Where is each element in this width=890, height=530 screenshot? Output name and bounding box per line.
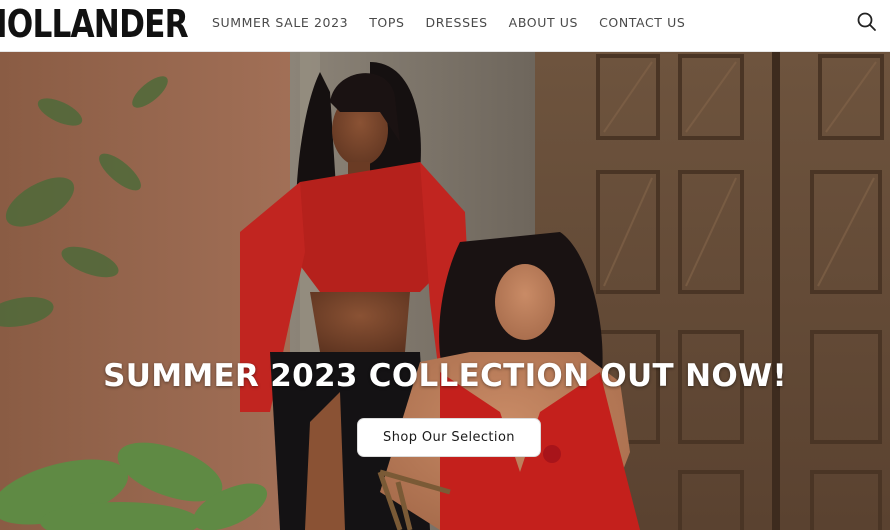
brand-logo[interactable]: IOLLANDER	[0, 2, 189, 46]
site-header: IOLLANDER SUMMER SALE 2023 TOPS DRESSES …	[0, 0, 890, 52]
nav-item-tops[interactable]: TOPS	[369, 15, 404, 30]
nav-item-about-us[interactable]: ABOUT US	[509, 15, 578, 30]
nav-item-dresses[interactable]: DRESSES	[426, 15, 488, 30]
hero-banner: SUMMER 2023 COLLECTION OUT NOW! Shop Our…	[0, 52, 890, 530]
hero-title: SUMMER 2023 COLLECTION OUT NOW!	[103, 358, 787, 394]
shop-selection-button[interactable]: Shop Our Selection	[357, 418, 541, 457]
main-nav: SUMMER SALE 2023 TOPS DRESSES ABOUT US C…	[212, 0, 706, 44]
nav-item-contact-us[interactable]: CONTACT US	[599, 15, 685, 30]
hero-image	[0, 52, 890, 530]
nav-item-summer-sale[interactable]: SUMMER SALE 2023	[212, 15, 348, 30]
search-icon[interactable]	[855, 10, 879, 34]
